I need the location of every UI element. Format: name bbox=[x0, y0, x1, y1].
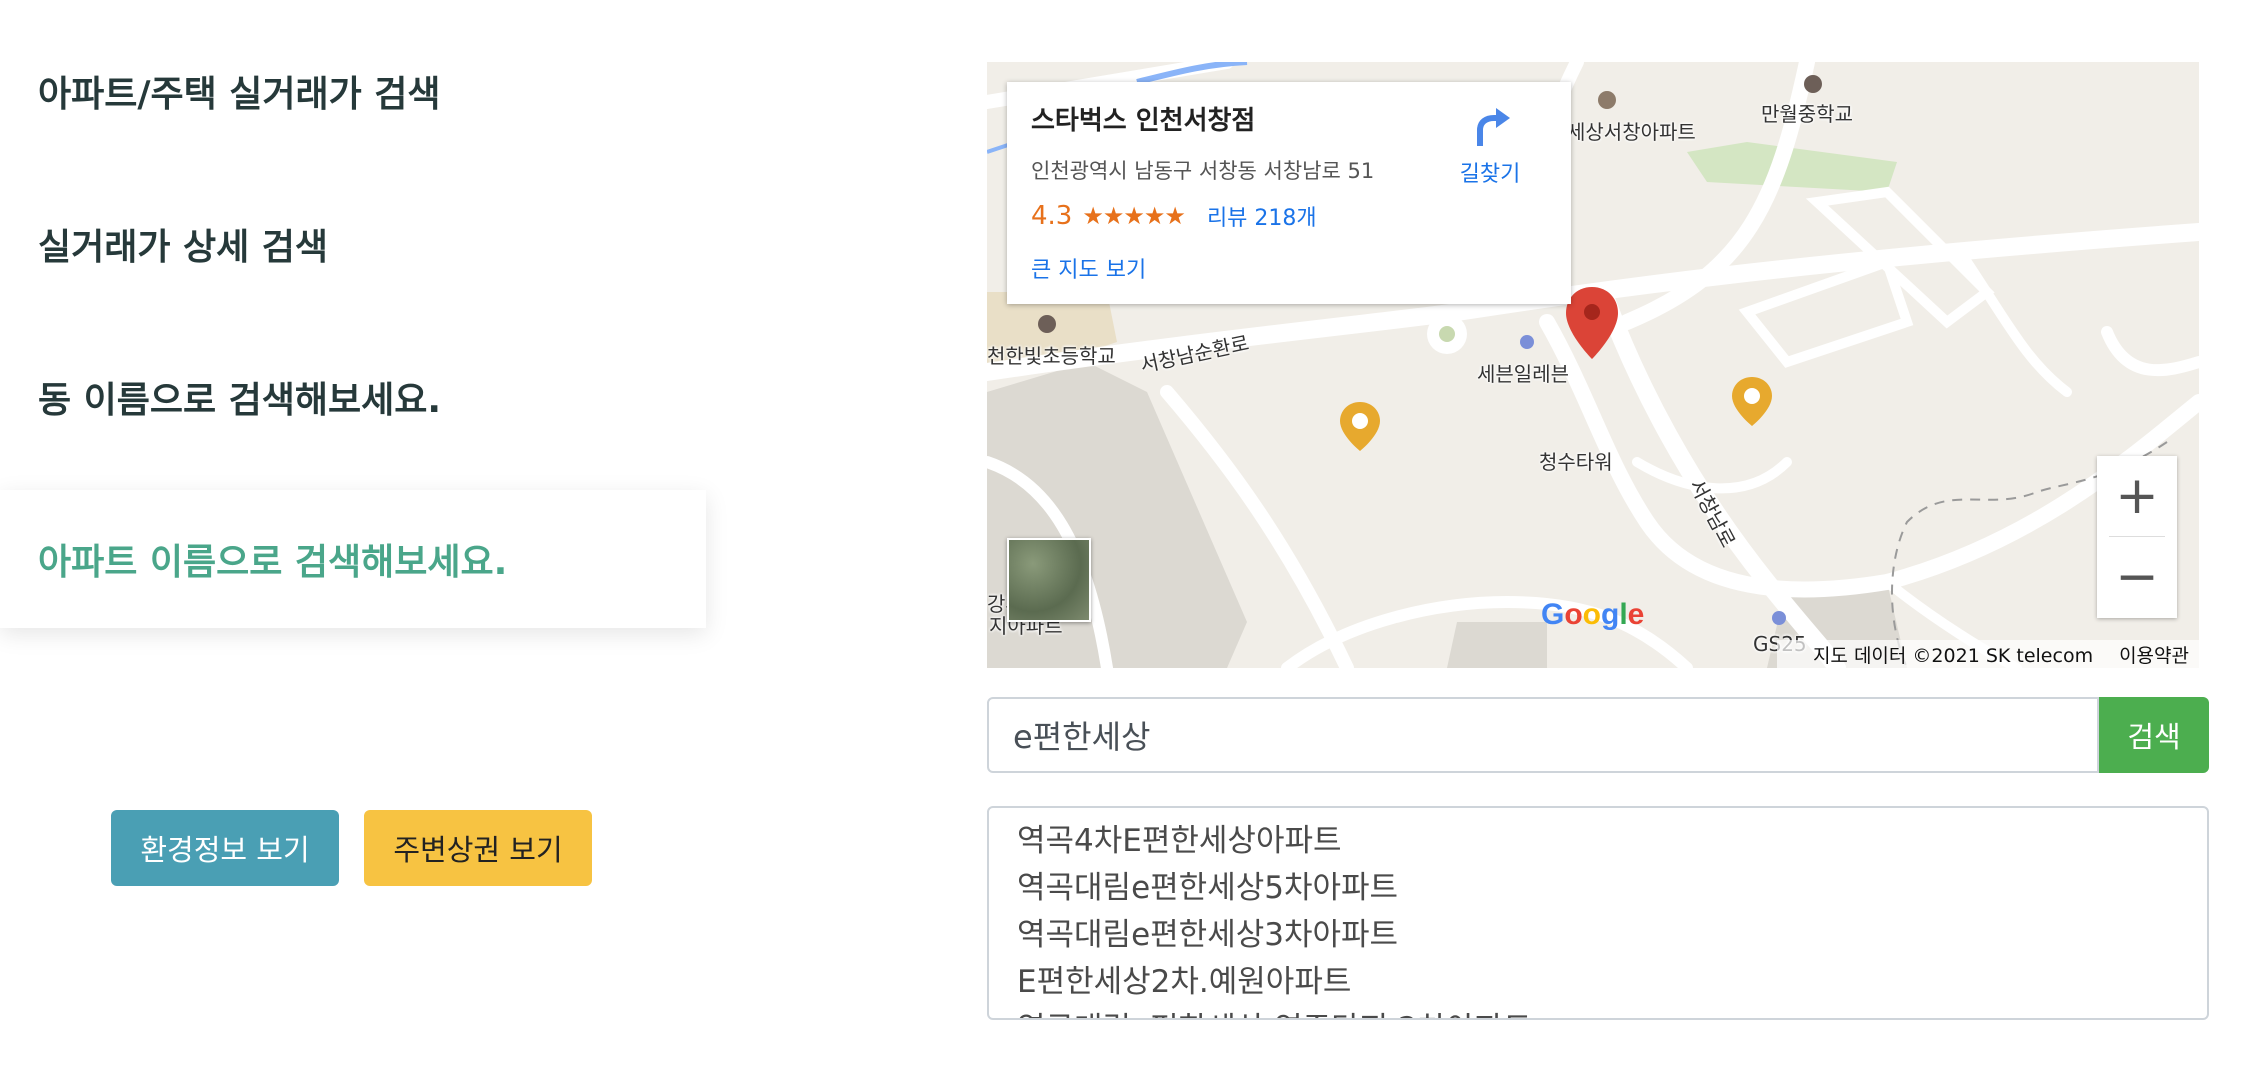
menu-item-apartment-name-search[interactable]: 아파트 이름으로 검색해보세요. bbox=[0, 490, 706, 628]
search-button[interactable]: 검색 bbox=[2099, 697, 2209, 773]
map-label-elementary-school: 천한빛초등학교 bbox=[987, 344, 1116, 368]
list-item[interactable]: 역곡대림e편한세상5차아파트 bbox=[1017, 865, 2179, 912]
search-input[interactable] bbox=[987, 697, 2099, 773]
rating-value: 4.3 bbox=[1031, 201, 1073, 231]
environment-info-button[interactable]: 환경정보 보기 bbox=[111, 810, 339, 886]
terms-link[interactable]: 이용약관 bbox=[2119, 641, 2189, 668]
directions-icon bbox=[1477, 108, 1510, 146]
menu-item-detail-search[interactable]: 실거래가 상세 검색 bbox=[0, 173, 706, 315]
directions-button[interactable]: 길찾기 bbox=[1445, 104, 1535, 188]
menu-item-label: 동 이름으로 검색해보세요. bbox=[38, 380, 442, 421]
reviews-link[interactable]: 리뷰 218개 bbox=[1207, 200, 1317, 232]
map-label-tower: 청수타워 bbox=[1539, 450, 1613, 474]
list-item[interactable]: 역곡대림e편한세상 연주단지 2차아파트 bbox=[1017, 1006, 2179, 1018]
menu-item-dong-search[interactable]: 동 이름으로 검색해보세요. bbox=[0, 326, 706, 468]
map-data-credit: 지도 데이터 ©2021 SK telecom bbox=[1812, 644, 2094, 667]
commercial-area-button[interactable]: 주변상권 보기 bbox=[364, 810, 592, 886]
zoom-control: + − bbox=[2097, 456, 2177, 618]
menu-item-label: 아파트/주택 실거래가 검색 bbox=[38, 74, 441, 115]
zoom-in-button[interactable]: + bbox=[2097, 456, 2177, 536]
environment-info-label: 환경정보 보기 bbox=[140, 833, 310, 867]
rating-stars-icon: ★★★★★ bbox=[1082, 202, 1186, 230]
search-results-list[interactable]: 역곡4차E편한세상아파트 역곡대림e편한세상5차아파트 역곡대림e편한세상3차아… bbox=[987, 806, 2209, 1020]
map-footer: 지도 데이터 ©2021 SK telecom 이용약관 bbox=[1776, 640, 2199, 668]
list-item[interactable]: E편한세상2차.예원아파트 bbox=[1017, 959, 2179, 1006]
zoom-out-button[interactable]: − bbox=[2097, 537, 2177, 617]
place-info-window: 스타벅스 인천서창점 인천광역시 남동구 서창동 서창남로 51 4.3 ★★★… bbox=[1007, 82, 1571, 304]
satellite-toggle[interactable] bbox=[1007, 538, 1091, 622]
large-map-link[interactable]: 큰 지도 보기 bbox=[1031, 252, 1146, 284]
menu-item-apartment-house-price[interactable]: 아파트/주택 실거래가 검색 bbox=[0, 20, 706, 162]
commercial-area-label: 주변상권 보기 bbox=[393, 833, 563, 867]
list-item[interactable]: 역곡4차E편한세상아파트 bbox=[1017, 818, 2179, 865]
search-button-label: 검색 bbox=[2127, 720, 2181, 754]
google-logo: Google bbox=[1541, 598, 1645, 631]
directions-label: 길찾기 bbox=[1459, 162, 1521, 187]
map[interactable]: 만월중학교 세상서창아파트 천한빛초등학교 서창남순환로 세븐일레븐 청수타워 … bbox=[987, 62, 2199, 668]
place-rating: 4.3 ★★★★★ 리뷰 218개 bbox=[1031, 200, 1317, 232]
menu-item-label: 아파트 이름으로 검색해보세요. bbox=[38, 542, 508, 583]
list-item[interactable]: 역곡대림e편한세상3차아파트 bbox=[1017, 912, 2179, 959]
map-label-apartment: 세상서창아파트 bbox=[1567, 120, 1696, 144]
map-label-store: 세븐일레븐 bbox=[1477, 362, 1569, 386]
map-label-school: 만월중학교 bbox=[1761, 102, 1853, 126]
menu-item-label: 실거래가 상세 검색 bbox=[38, 227, 329, 268]
